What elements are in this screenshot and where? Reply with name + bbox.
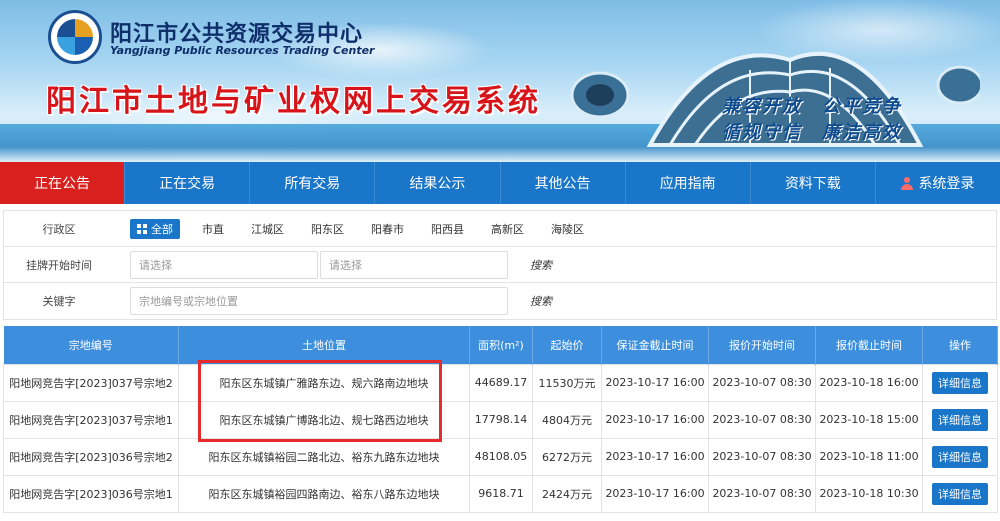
cell-area: 17798.14 (469, 400, 533, 439)
cell-area: 44689.17 (469, 363, 533, 402)
date-search-link[interactable]: 搜索 (530, 257, 552, 273)
nav-item-guide[interactable]: 应用指南 (626, 162, 751, 204)
detail-button[interactable]: 详细信息 (932, 482, 988, 505)
detail-button[interactable]: 详细信息 (932, 371, 988, 394)
cell-parcel-id: 阳地网竞告字[2023]036号宗地2 (3, 437, 179, 476)
cell-action: 详细信息 (922, 474, 998, 513)
nav-item-results[interactable]: 结果公示 (375, 162, 501, 204)
detail-button[interactable]: 详细信息 (932, 445, 988, 468)
cell-start-price: 11530万元 (532, 363, 602, 402)
cell-parcel-id: 阳地网竞告字[2023]037号宗地2 (3, 363, 179, 402)
cell-bid-start: 2023-10-07 08:30 (708, 400, 816, 439)
cell-action: 详细信息 (922, 363, 998, 402)
keyword-search-link[interactable]: 搜索 (530, 293, 552, 309)
table-row: 阳地网竞告字[2023]036号宗地1 阳东区东城镇裕园四路南边、裕东八路东边地… (3, 474, 998, 513)
user-icon (901, 176, 914, 190)
cell-bid-end: 2023-10-18 10:30 (815, 474, 923, 513)
cell-deposit-deadline: 2023-10-17 16:00 (601, 437, 709, 476)
org-name-en: Yangjiang Public Resources Trading Cente… (110, 44, 375, 57)
keyword-input[interactable]: 宗地编号或宗地位置 (130, 287, 508, 315)
cell-start-price: 4804万元 (532, 400, 602, 439)
district-option[interactable]: 市直 (202, 221, 224, 237)
col-header-area: 面积(m²) (469, 326, 533, 364)
cell-parcel-id: 阳地网竞告字[2023]037号宗地1 (3, 400, 179, 439)
cell-start-price: 2424万元 (532, 474, 602, 513)
cell-deposit-deadline: 2023-10-17 16:00 (601, 400, 709, 439)
cell-bid-end: 2023-10-18 11:00 (815, 437, 923, 476)
col-header-start-price: 起始价 (532, 326, 602, 364)
col-header-location: 土地位置 (178, 326, 470, 364)
cell-location: 阳东区东城镇裕园二路北边、裕东九路东边地块 (178, 437, 470, 476)
nav-item-other-announcements[interactable]: 其他公告 (501, 162, 626, 204)
table-header-row: 宗地编号 土地位置 面积(m²) 起始价 保证金截止时间 报价开始时间 报价截止… (3, 326, 998, 364)
header-banner: 阳江市公共资源交易中心 Yangjiang Public Resources T… (0, 0, 1000, 162)
col-header-bid-start: 报价开始时间 (708, 326, 816, 364)
nav-item-all-trading[interactable]: 所有交易 (250, 162, 376, 204)
cell-action: 详细信息 (922, 437, 998, 476)
district-option[interactable]: 阳东区 (311, 221, 344, 237)
cell-location: 阳东区东城镇裕园四路南边、裕东八路东边地块 (178, 474, 470, 513)
district-option[interactable]: 高新区 (491, 221, 524, 237)
nav-item-current-trading[interactable]: 正在交易 (125, 162, 251, 204)
district-option-all[interactable]: 全部 (130, 218, 180, 239)
district-option[interactable]: 阳春市 (371, 221, 404, 237)
cell-action: 详细信息 (922, 400, 998, 439)
table-row: 阳地网竞告字[2023]037号宗地1 阳东区东城镇广博路北边、规七路西边地块 … (3, 400, 998, 439)
cell-location: 阳东区东城镇广博路北边、规七路西边地块 (178, 400, 470, 439)
cell-bid-start: 2023-10-07 08:30 (708, 363, 816, 402)
col-header-deposit-deadline: 保证金截止时间 (601, 326, 709, 364)
filter-row-keyword: 关键字 宗地编号或宗地位置 搜索 (4, 283, 996, 319)
col-header-bid-end: 报价截止时间 (815, 326, 923, 364)
cell-start-price: 6272万元 (532, 437, 602, 476)
filter-panel: 行政区 全部 市直 江城区 阳东区 阳春市 阳西县 高新区 海陵区 挂牌开始时间… (3, 210, 997, 320)
land-listing-table: 宗地编号 土地位置 面积(m²) 起始价 保证金截止时间 报价开始时间 报价截止… (3, 326, 998, 513)
date-end-input[interactable]: 请选择 (320, 250, 508, 279)
nav-item-current-announcements[interactable]: 正在公告 (0, 162, 126, 204)
keyword-label: 关键字 (42, 295, 76, 308)
cell-area: 48108.05 (469, 437, 533, 476)
date-start-input[interactable]: 请选择 (130, 250, 318, 279)
grid-icon (137, 223, 147, 234)
district-label: 行政区 (42, 222, 76, 236)
district-option[interactable]: 阳西县 (431, 221, 464, 237)
cell-bid-start: 2023-10-07 08:30 (708, 437, 816, 476)
slogan-line-2: 循规守信 廉洁高效 (722, 122, 902, 143)
cell-deposit-deadline: 2023-10-17 16:00 (601, 474, 709, 513)
table-row: 阳地网竞告字[2023]036号宗地2 阳东区东城镇裕园二路北边、裕东九路东边地… (3, 437, 998, 476)
filter-row-district: 行政区 全部 市直 江城区 阳东区 阳春市 阳西县 高新区 海陵区 (4, 211, 996, 247)
nav-item-login[interactable]: 系统登录 (876, 162, 1000, 204)
table-row: 阳地网竞告字[2023]037号宗地2 阳东区东城镇广雅路东边、规六路南边地块 … (3, 363, 998, 402)
district-option[interactable]: 江城区 (251, 221, 284, 237)
cell-deposit-deadline: 2023-10-17 16:00 (601, 363, 709, 402)
col-header-action: 操作 (922, 326, 998, 364)
detail-button[interactable]: 详细信息 (932, 408, 988, 431)
system-title: 阳江市土地与矿业权网上交易系统 (46, 84, 541, 119)
filter-row-date: 挂牌开始时间 请选择 请选择 搜索 (4, 247, 996, 283)
cell-location: 阳东区东城镇广雅路东边、规六路南边地块 (178, 363, 470, 402)
col-header-parcel-id: 宗地编号 (3, 326, 179, 364)
cell-parcel-id: 阳地网竞告字[2023]036号宗地1 (3, 474, 179, 513)
org-logo-icon (48, 10, 102, 64)
main-nav: 正在公告 正在交易 所有交易 结果公示 其他公告 应用指南 资料下载 系统登录 (0, 162, 1000, 204)
district-option[interactable]: 海陵区 (551, 221, 584, 237)
cell-area: 9618.71 (469, 474, 533, 513)
cell-bid-end: 2023-10-18 16:00 (815, 363, 923, 402)
nav-item-downloads[interactable]: 资料下载 (751, 162, 876, 204)
date-label: 挂牌开始时间 (26, 258, 92, 272)
cell-bid-end: 2023-10-18 15:00 (815, 400, 923, 439)
slogan-line-1: 兼容开放 公平竞争 (722, 96, 902, 117)
cell-bid-start: 2023-10-07 08:30 (708, 474, 816, 513)
